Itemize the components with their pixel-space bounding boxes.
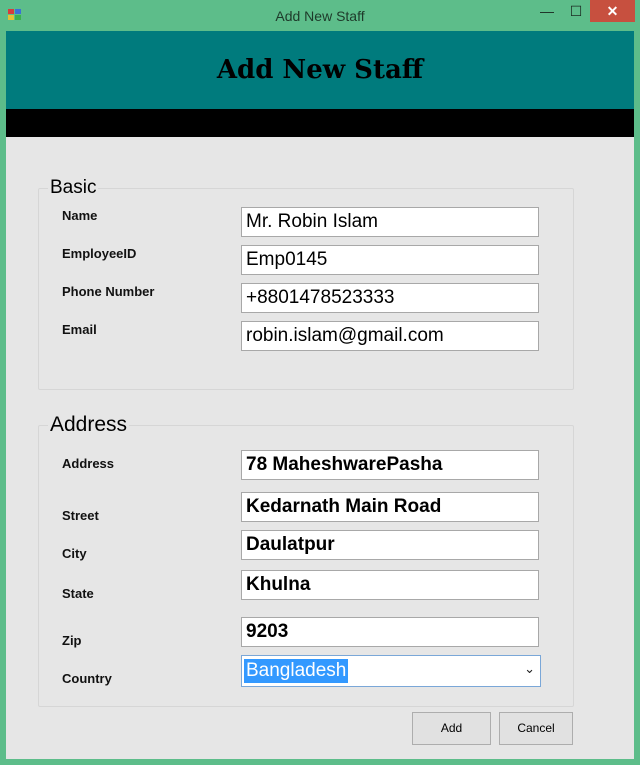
employee-id-label: EmployeeID: [62, 246, 137, 261]
city-label: City: [62, 546, 87, 561]
street-label: Street: [62, 508, 99, 523]
form-client-area: Add New Staff Basic Name Mr. Robin Islam…: [6, 31, 634, 759]
add-button[interactable]: Add: [412, 712, 491, 745]
zip-label: Zip: [62, 633, 82, 648]
cancel-button[interactable]: Cancel: [499, 712, 573, 745]
name-field[interactable]: Mr. Robin Islam: [241, 207, 539, 237]
address-group-title: Address: [48, 413, 130, 437]
zip-field[interactable]: 9203: [241, 617, 539, 647]
close-button[interactable]: ✕: [590, 0, 635, 22]
header-divider: [6, 109, 634, 137]
maximize-button[interactable]: ☐: [562, 0, 590, 22]
basic-group-title: Basic: [48, 177, 99, 199]
address-field[interactable]: 78 MaheshwarePasha: [241, 450, 539, 480]
state-field[interactable]: Khulna: [241, 570, 539, 600]
email-field[interactable]: robin.islam@gmail.com: [241, 321, 539, 351]
country-label: Country: [62, 671, 112, 686]
phone-number-label: Phone Number: [62, 284, 155, 299]
name-label: Name: [62, 208, 98, 223]
country-select[interactable]: Bangladesh ⌄: [241, 655, 541, 687]
title-bar[interactable]: Add New Staff — ☐ ✕: [0, 0, 640, 31]
chevron-down-icon[interactable]: ⌄: [524, 661, 535, 677]
minimize-button[interactable]: —: [532, 0, 562, 22]
city-field[interactable]: Daulatpur: [241, 530, 539, 560]
country-selected-value: Bangladesh: [244, 659, 349, 683]
street-field[interactable]: Kedarnath Main Road: [241, 492, 539, 522]
address-label: Address: [62, 456, 115, 471]
app-window: Add New Staff — ☐ ✕ Add New Staff Basic …: [0, 0, 640, 765]
email-label: Email: [62, 322, 97, 337]
state-label: State: [62, 586, 94, 601]
employee-id-field[interactable]: Emp0145: [241, 245, 539, 275]
phone-number-field[interactable]: +8801478523333: [241, 283, 539, 313]
header-banner: Add New Staff: [6, 31, 634, 109]
page-title: Add New Staff: [216, 55, 424, 85]
